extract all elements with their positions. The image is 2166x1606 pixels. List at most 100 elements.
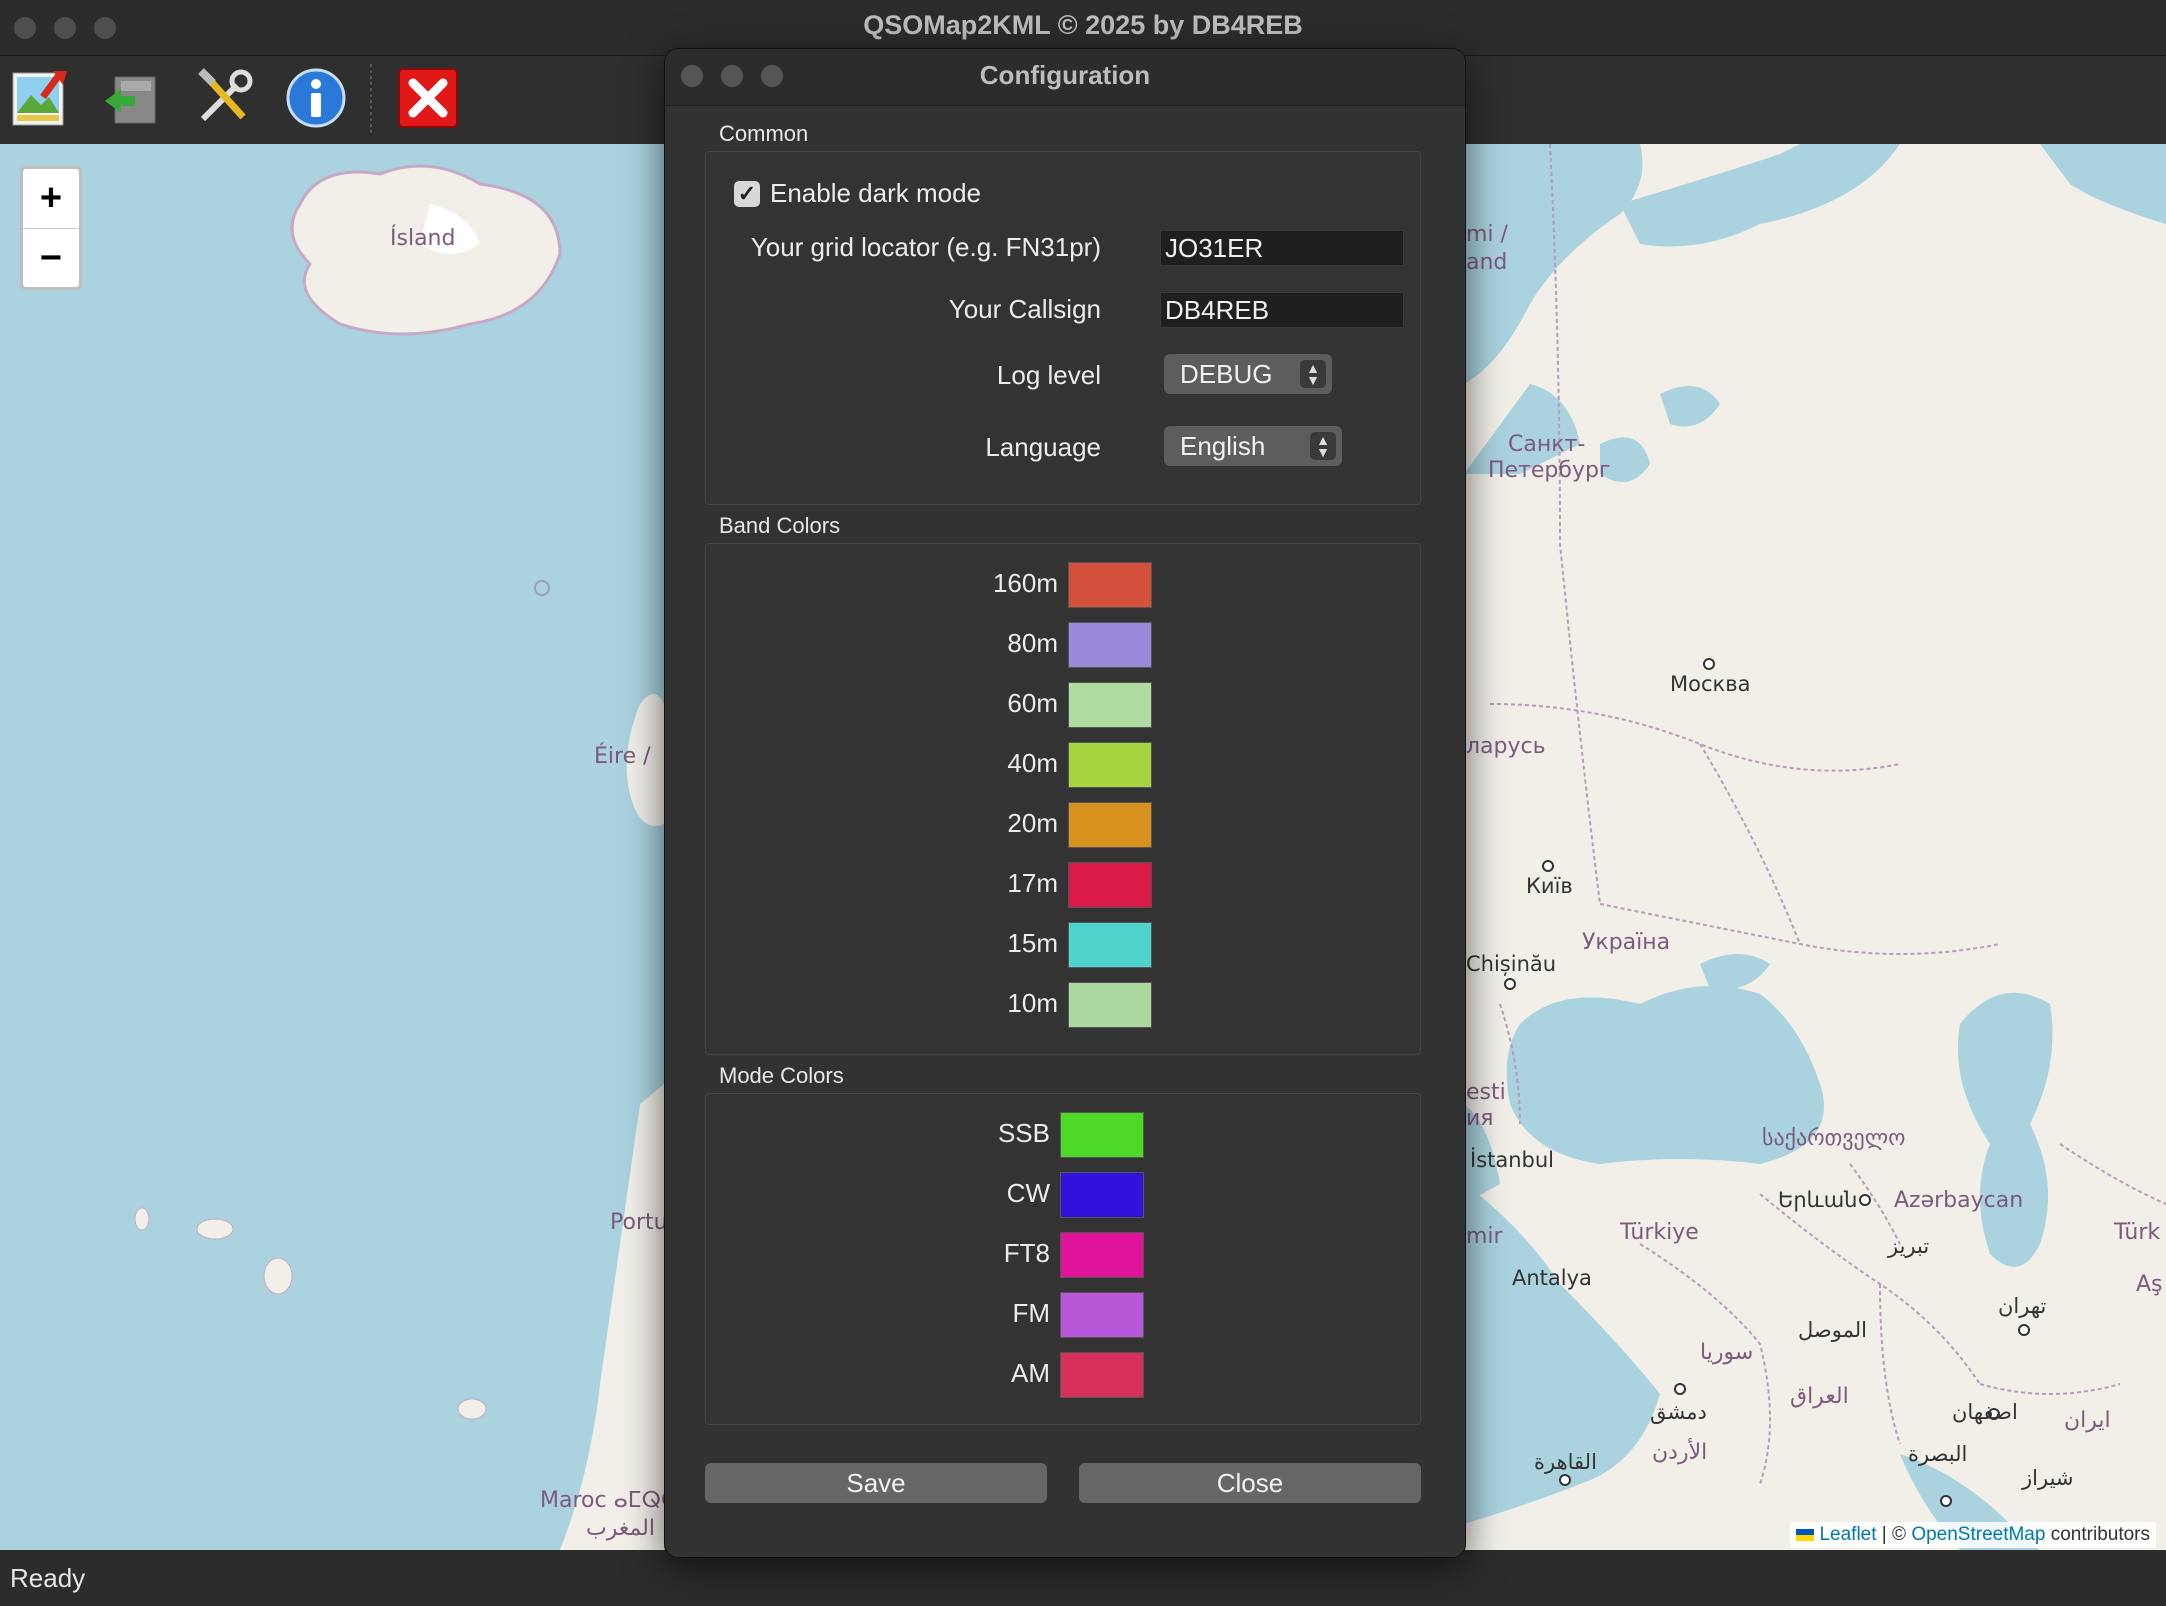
import-image-icon [12,71,67,126]
map-label-peterburg: Петербург [1488,458,1611,483]
dark-mode-label: Enable dark mode [770,178,982,208]
dark-mode-checkbox-row[interactable]: ✓ Enable dark mode [734,178,981,209]
log-level-value: DEBUG [1180,359,1273,389]
language-value: English [1180,431,1266,461]
map-label-tabriz: تبریز [1888,1234,1930,1258]
band-row: 20m [706,808,1058,839]
map-label-syria: سوريا [1700,1340,1754,1365]
map-label-damascus: دمشق [1650,1400,1707,1424]
band-label: 15m [1007,928,1058,958]
info-icon [286,68,346,128]
openstreetmap-link[interactable]: OpenStreetMap [1911,1524,2045,1545]
band-color-swatch[interactable] [1068,562,1152,608]
zoom-control: + − [20,166,82,290]
close-button[interactable]: Close [1079,1463,1421,1503]
mode-row: CW [706,1178,1050,1209]
map-label-iceland: Ísland [390,226,456,251]
map-label-antalya: Antalya [1512,1266,1592,1290]
map-label-moskva: Москва [1670,672,1751,696]
mode-label: SSB [997,1118,1050,1148]
map-label-maghrib: المغرب [586,1516,655,1541]
band-color-swatch[interactable] [1068,802,1152,848]
export-button[interactable] [98,64,166,132]
band-color-swatch[interactable] [1068,682,1152,728]
grid-locator-label: Your grid locator (e.g. FN31pr) [750,232,1101,262]
band-label: 80m [1007,628,1058,658]
mode-colors-group-label: Mode Colors [719,1063,844,1088]
dialog-titlebar: Configuration [665,49,1465,106]
mode-label: CW [1006,1178,1050,1208]
log-level-select[interactable]: DEBUG ▲ ▼ [1164,354,1332,394]
band-label: 10m [1007,988,1058,1018]
map-label-portugal: Portu [610,1210,668,1235]
band-row: 40m [706,748,1058,779]
export-icon [105,76,156,124]
toolbar-separator [370,64,372,134]
map-label-sankt: Санкт- [1508,432,1586,457]
attribution-suffix: contributors [2045,1524,2150,1545]
map-label-as: Aş [2136,1272,2163,1297]
mode-color-swatch[interactable] [1060,1352,1144,1398]
configuration-dialog: Configuration Common ✓ Enable dark mode … [664,48,1466,1558]
mode-label: FT8 [1003,1238,1050,1268]
zoom-out-button[interactable]: − [23,229,79,288]
map-label-iraq: العراق [1790,1384,1849,1409]
updown-arrows-icon: ▲ ▼ [1300,360,1326,388]
map-label-kyiv: Київ [1526,874,1573,898]
mode-row: FM [706,1298,1050,1329]
band-label: 40m [1007,748,1058,778]
band-label: 17m [1007,868,1058,898]
zoom-in-button[interactable]: + [23,169,79,229]
map-label-cairo: القاهرة [1534,1450,1597,1474]
mode-row: FT8 [706,1238,1050,1269]
mode-label: AM [1011,1358,1050,1388]
mode-color-swatch[interactable] [1060,1232,1144,1278]
loglevel-row: Log level [706,360,1101,391]
mode-color-swatch[interactable] [1060,1292,1144,1338]
callsign-input[interactable] [1160,292,1404,328]
grid-row: Your grid locator (e.g. FN31pr) [706,232,1101,263]
language-label: Language [985,432,1101,462]
quit-button[interactable] [394,64,462,132]
callsign-label: Your Callsign [948,294,1101,324]
band-label: 160m [992,568,1058,598]
band-label: 20m [1007,808,1058,838]
save-button[interactable]: Save [705,1463,1047,1503]
map-label-mosul: الموصل [1798,1318,1867,1342]
band-color-swatch[interactable] [1068,742,1152,788]
close-red-icon [398,68,458,128]
dark-mode-checkbox[interactable]: ✓ [734,180,760,207]
map-label-larus: ларусь [1466,734,1546,759]
common-group: ✓ Enable dark mode Your grid locator (e.… [705,151,1421,505]
language-select[interactable]: English ▲ ▼ [1164,426,1342,466]
grid-locator-input[interactable] [1160,230,1404,266]
band-colors-group: 160m 80m 60m 40m 20m 17m 15m 10m [705,543,1421,1055]
map-label-ia: ия [1466,1106,1494,1131]
dialog-title: Configuration [979,60,1151,90]
info-button[interactable] [282,64,350,132]
band-color-swatch[interactable] [1068,622,1152,668]
map-label-shiraz: شیراز [2022,1466,2074,1490]
band-color-swatch[interactable] [1068,862,1152,908]
band-color-swatch[interactable] [1068,922,1152,968]
map-label-istanbul: İstanbul [1470,1148,1555,1172]
map-label-mi: mi / [1466,222,1508,247]
mode-row: AM [706,1358,1050,1389]
settings-button[interactable] [190,64,258,132]
import-image-button[interactable] [6,64,74,132]
band-row: 60m [706,688,1058,719]
mode-color-swatch[interactable] [1060,1172,1144,1218]
mode-color-swatch[interactable] [1060,1112,1144,1158]
map-label-eire: Éire / [594,744,651,769]
map-label-turkiye: Türkiye [1620,1220,1699,1245]
leaflet-link[interactable]: Leaflet [1819,1524,1876,1545]
common-group-label: Common [719,121,809,146]
window-title: QSOMap2KML © 2025 by DB4REB [863,10,1303,40]
map-label-mir: mir [1466,1224,1503,1249]
band-color-swatch[interactable] [1068,982,1152,1028]
band-colors-group-label: Band Colors [719,513,841,538]
mode-colors-group: SSB CW FT8 FM AM [705,1093,1421,1425]
map-label-isfahan: اصفهان [1952,1400,2018,1424]
log-level-label: Log level [996,360,1101,390]
language-row: Language [706,432,1101,463]
